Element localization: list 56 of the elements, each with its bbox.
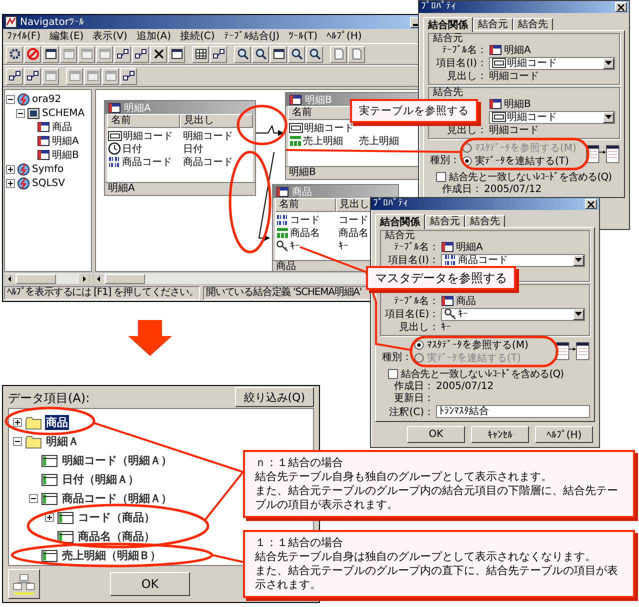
field-value: 2005/07/12 — [436, 380, 494, 392]
window-title: Navigatorﾂｰﾙ — [20, 16, 85, 28]
table-title: 商品 — [292, 186, 312, 198]
field-label: 項目名(I)： — [435, 57, 487, 70]
table-cell-text: コード — [338, 214, 368, 226]
field-label: 項目名(E)： — [385, 308, 439, 321]
table-cell-text: 明細コード — [123, 130, 173, 142]
field-label: 更新日： — [393, 392, 434, 405]
table-cell: ｷｰ — [290, 240, 300, 252]
table-cell-text: 商品名 — [290, 226, 320, 240]
table-cell-text: 商品コード — [122, 156, 172, 168]
table-cell-text: 明細コード — [304, 122, 354, 134]
field-value: 明細コード — [489, 70, 539, 83]
note-title: １：１結合の場合 — [255, 536, 344, 550]
field-value: 明細コード — [489, 124, 539, 137]
note-text: 結合先テーブル自身も独自のグループとして表示されます。 — [255, 470, 553, 484]
callout-label: 実テーブルを参照する — [350, 99, 478, 123]
table-cell-text: 日付 — [122, 142, 142, 156]
note-text: また、結合元テーブルのグループ内の直下に、結合先テーブルの項目が表示されます。 — [255, 564, 619, 592]
field-label: 作成日： — [393, 380, 434, 392]
field-value: 明細B — [504, 98, 531, 111]
note-title: ｎ：１結合の場合 — [255, 456, 344, 470]
field-label: ﾃｰﾌﾞﾙ名： — [393, 294, 439, 308]
field-value: 明細A — [504, 44, 531, 57]
field-label: 見出し： — [446, 70, 487, 83]
table-cell-text: 売上明細 — [358, 134, 399, 148]
field-label: 種別： — [381, 352, 412, 364]
table-cell-text: 商品名 — [338, 226, 368, 240]
field-value: 商品 — [456, 294, 476, 308]
callout-label: マスタデータを参照する — [366, 266, 516, 290]
field-label: データ項目(A): — [8, 390, 90, 407]
group-title: 結合元 — [385, 231, 416, 241]
table-cell-text: ｷｰ — [338, 240, 348, 252]
field-value: ｷｰ — [441, 321, 451, 333]
group-title: 結合元 — [433, 34, 464, 44]
group-title: 結合先 — [433, 88, 464, 98]
field-label: 種別： — [429, 155, 460, 167]
table-cell-text: 日付 — [182, 142, 203, 156]
field-label: 見出し： — [398, 320, 439, 334]
dialog-title: ﾌﾟﾛﾊﾟﾃｨ — [421, 1, 457, 13]
field-value: 明細A — [456, 241, 483, 254]
field-label: 作成日： — [441, 182, 482, 196]
table-title: 明細B — [305, 94, 332, 106]
note-text: 結合先テーブル自身は独自のグループとして表示されなくなります。 — [255, 550, 597, 564]
field-label: 注釈(C)： — [388, 406, 434, 418]
field-label: ﾃｰﾌﾞﾙ名： — [393, 240, 439, 254]
table-cell-text: 明細コード — [182, 130, 233, 142]
field-label: ﾃｰﾌﾞﾙ名： — [441, 44, 487, 57]
table-cell-text: 商品コード — [182, 156, 233, 168]
note-text: また、結合元テーブルのグループ内の結合元項目の下階層に、結合先テーブルの項目が表示されます。 — [255, 484, 619, 512]
table-footer: 明細A — [105, 182, 255, 195]
table-title: 明細A — [124, 102, 151, 114]
table-cell-text: 売上明細 — [303, 134, 343, 148]
status-text: ﾍﾙﾌﾟを表示するには [F1] を押してください。 — [4, 286, 200, 300]
table-cell-text: コード — [290, 214, 320, 226]
field-value: 2005/07/12 — [484, 184, 542, 194]
